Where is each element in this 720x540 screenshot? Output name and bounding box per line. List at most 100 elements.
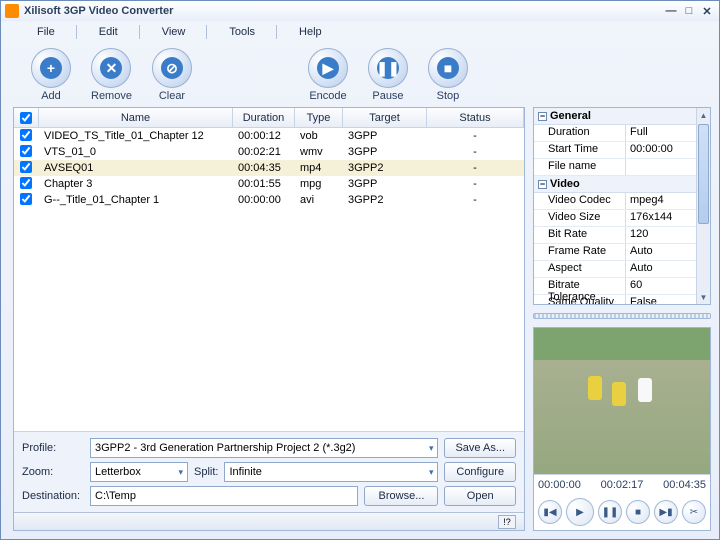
zoom-select[interactable]: Letterbox▾ (90, 462, 188, 482)
table-row[interactable]: G--_Title_01_Chapter 100:00:00avi3GPP2- (14, 192, 524, 208)
property-row[interactable]: File name (534, 159, 696, 176)
property-value[interactable]: Auto (626, 261, 696, 277)
property-group-header[interactable]: −General (534, 108, 696, 125)
zoom-label: Zoom: (22, 466, 84, 478)
browse-button[interactable]: Browse... (364, 486, 438, 506)
property-row[interactable]: DurationFull (534, 125, 696, 142)
scroll-down-icon[interactable]: ▼ (697, 290, 710, 304)
timeline[interactable]: 00:00:00 00:02:17 00:04:35 (534, 474, 710, 494)
stop-button[interactable]: ■Stop (428, 48, 468, 102)
close-button[interactable]: ✕ (699, 4, 715, 18)
property-row[interactable]: Bitrate Tolerance60 (534, 278, 696, 295)
row-checkbox[interactable] (20, 177, 32, 189)
settings-panel: Profile: 3GPP2 - 3rd Generation Partners… (14, 431, 524, 512)
column-type[interactable]: Type (295, 108, 343, 127)
pause-playback-button[interactable]: ❚❚ (598, 500, 622, 524)
play-button[interactable]: ▶ (566, 498, 594, 526)
menu-tools[interactable]: Tools (207, 23, 277, 41)
collapse-icon[interactable]: − (538, 180, 547, 189)
add-button[interactable]: +Add (31, 48, 71, 102)
column-checkbox[interactable] (14, 108, 39, 127)
property-key: Bit Rate (534, 227, 626, 243)
cell-status: - (426, 145, 524, 159)
property-value[interactable]: 120 (626, 227, 696, 243)
scroll-thumb[interactable] (698, 124, 709, 224)
table-row[interactable]: VIDEO_TS_Title_01_Chapter 1200:00:12vob3… (14, 128, 524, 144)
menu-edit[interactable]: Edit (77, 23, 140, 41)
property-value[interactable]: mpeg4 (626, 193, 696, 209)
next-button[interactable]: ▶▮ (654, 500, 678, 524)
cell-type: avi (294, 193, 342, 207)
properties-scrollbar[interactable]: ▲ ▼ (696, 108, 710, 304)
open-button[interactable]: Open (444, 486, 516, 506)
split-select[interactable]: Infinite▾ (224, 462, 438, 482)
menu-help[interactable]: Help (277, 23, 344, 41)
property-row[interactable]: Bit Rate120 (534, 227, 696, 244)
cell-status: - (426, 129, 524, 143)
row-checkbox[interactable] (20, 193, 32, 205)
row-checkbox[interactable] (20, 129, 32, 141)
property-value[interactable]: Full (626, 125, 696, 141)
property-value[interactable]: 00:00:00 (626, 142, 696, 158)
maximize-button[interactable]: □ (681, 4, 697, 18)
playback-controls: ▮◀ ▶ ❚❚ ■ ▶▮ ✂ (534, 494, 710, 530)
row-checkbox[interactable] (20, 161, 32, 173)
profile-label: Profile: (22, 442, 84, 454)
preview-panel: 00:00:00 00:02:17 00:04:35 ▮◀ ▶ ❚❚ ■ ▶▮ … (533, 327, 711, 531)
table-body[interactable]: VIDEO_TS_Title_01_Chapter 1200:00:12vob3… (14, 128, 524, 431)
prev-button[interactable]: ▮◀ (538, 500, 562, 524)
remove-button[interactable]: ✕Remove (91, 48, 132, 102)
property-row[interactable]: Video Codecmpeg4 (534, 193, 696, 210)
menu-file[interactable]: File (15, 23, 77, 41)
snapshot-button[interactable]: ✂ (682, 500, 706, 524)
cell-type: wmv (294, 145, 342, 159)
stop-playback-button[interactable]: ■ (626, 500, 650, 524)
preview-image (534, 328, 710, 474)
cell-name: Chapter 3 (38, 177, 232, 191)
profile-select[interactable]: 3GPP2 - 3rd Generation Partnership Proje… (90, 438, 438, 458)
property-row[interactable]: Video Size176x144 (534, 210, 696, 227)
property-value[interactable]: 176x144 (626, 210, 696, 226)
property-row[interactable]: Start Time00:00:00 (534, 142, 696, 159)
table-row[interactable]: AVSEQ0100:04:35mp43GPP2- (14, 160, 524, 176)
column-name[interactable]: Name (39, 108, 233, 127)
property-value[interactable]: False (626, 295, 696, 305)
menu-view[interactable]: View (140, 23, 208, 41)
cell-type: mp4 (294, 161, 342, 175)
property-row[interactable]: AspectAuto (534, 261, 696, 278)
split-label: Split: (194, 466, 218, 478)
cell-status: - (426, 161, 524, 175)
saveas-button[interactable]: Save As... (444, 438, 516, 458)
property-value[interactable] (626, 159, 696, 175)
titlebar: Xilisoft 3GP Video Converter — □ ✕ (1, 1, 719, 21)
pause-button[interactable]: ❚❚Pause (368, 48, 408, 102)
cell-name: AVSEQ01 (38, 161, 232, 175)
column-status[interactable]: Status (427, 108, 524, 127)
cell-name: G--_Title_01_Chapter 1 (38, 193, 232, 207)
scroll-up-icon[interactable]: ▲ (697, 108, 710, 122)
encode-button[interactable]: ▶Encode (308, 48, 348, 102)
column-target[interactable]: Target (343, 108, 427, 127)
property-key: Duration (534, 125, 626, 141)
column-duration[interactable]: Duration (233, 108, 295, 127)
property-row[interactable]: Frame RateAuto (534, 244, 696, 261)
cell-status: - (426, 193, 524, 207)
clear-button[interactable]: ⊘Clear (152, 48, 192, 102)
configure-button[interactable]: Configure (444, 462, 516, 482)
properties-panel: ▲ ▼ −GeneralDurationFullStart Time00:00:… (533, 107, 711, 305)
cell-duration: 00:01:55 (232, 177, 294, 191)
destination-input[interactable]: C:\Temp (90, 486, 358, 506)
splitter-handle[interactable] (533, 313, 711, 319)
help-button[interactable]: !? (498, 515, 516, 529)
row-checkbox[interactable] (20, 145, 32, 157)
property-value[interactable]: 60 (626, 278, 696, 294)
property-group-header[interactable]: −Video (534, 176, 696, 193)
collapse-icon[interactable]: − (538, 112, 547, 121)
property-value[interactable]: Auto (626, 244, 696, 260)
table-row[interactable]: Chapter 300:01:55mpg3GPP- (14, 176, 524, 192)
cell-duration: 00:02:21 (232, 145, 294, 159)
time-start: 00:00:00 (538, 479, 581, 491)
table-row[interactable]: VTS_01_000:02:21wmv3GPP- (14, 144, 524, 160)
property-row[interactable]: Same QualityFalse (534, 295, 696, 305)
minimize-button[interactable]: — (663, 4, 679, 18)
